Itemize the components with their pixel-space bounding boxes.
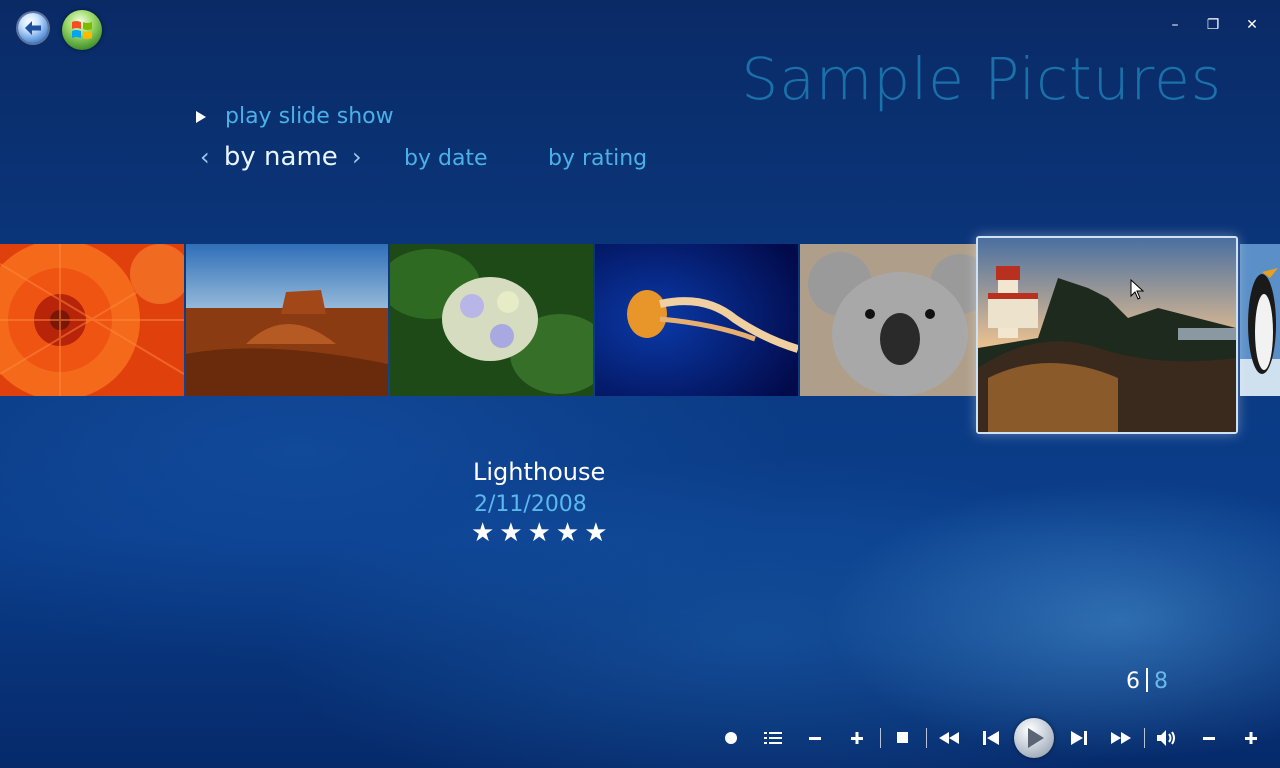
chevron-right-icon[interactable]: › [352, 143, 362, 171]
play-slide-show-link[interactable]: play slide show [225, 104, 394, 129]
rewind-button[interactable] [934, 718, 964, 758]
sort-by-name[interactable]: ‹ by name › [200, 142, 362, 172]
previous-button[interactable] [976, 718, 1006, 758]
volume-icon [1157, 730, 1175, 746]
picture-date: 2/11/2008 [474, 492, 587, 517]
volume-down-button[interactable] [1194, 718, 1224, 758]
divider [1144, 728, 1145, 748]
picture-title: Lighthouse [473, 458, 606, 486]
channel-down-icon [809, 737, 821, 740]
stop-icon [897, 732, 908, 743]
fast-forward-icon [1111, 732, 1131, 744]
picture-counter: 68 [1126, 668, 1168, 694]
minimize-button[interactable]: – [1164, 14, 1186, 36]
sort-by-rating[interactable]: by rating [548, 146, 647, 171]
rating-stars: ★★★★★ [471, 518, 613, 548]
channel-up-icon [851, 732, 863, 744]
thumbnail-hydrangeas[interactable] [390, 244, 593, 396]
volume-down-icon [1203, 737, 1215, 740]
close-icon: ✕ [1246, 17, 1258, 33]
desert-photo-icon [186, 244, 388, 396]
transport-controls [716, 718, 1276, 758]
volume-up-icon [1245, 732, 1257, 744]
minimize-icon: – [1171, 17, 1179, 33]
jellyfish-photo-icon [595, 244, 798, 396]
restore-button[interactable]: ❐ [1202, 14, 1224, 36]
channel-up-button[interactable] [842, 718, 872, 758]
close-button[interactable]: ✕ [1241, 14, 1263, 36]
previous-icon [983, 731, 999, 745]
thumbnail-chrysanthemum[interactable] [0, 244, 184, 396]
play-button[interactable] [1014, 718, 1054, 758]
windows-start-button[interactable] [62, 10, 102, 50]
fast-forward-button[interactable] [1106, 718, 1136, 758]
divider [880, 728, 881, 748]
counter-separator [1146, 668, 1148, 692]
next-icon [1071, 731, 1087, 745]
lighthouse-photo-icon [978, 238, 1236, 432]
guide-button[interactable] [758, 718, 788, 758]
next-button[interactable] [1064, 718, 1094, 758]
guide-icon [764, 732, 782, 744]
restore-icon: ❐ [1206, 17, 1220, 33]
chrysanthemum-photo-icon [0, 244, 184, 396]
chevron-left-icon[interactable]: ‹ [200, 143, 210, 171]
mouse-cursor-icon [1130, 279, 1145, 300]
counter-total: 8 [1154, 669, 1168, 694]
penguins-photo-icon [1240, 244, 1280, 396]
mute-button[interactable] [1152, 718, 1182, 758]
divider [926, 728, 927, 748]
thumbnail-desert[interactable] [186, 244, 388, 396]
play-slide-show-icon [196, 111, 206, 123]
thumbnail-penguins[interactable] [1240, 244, 1280, 396]
back-arrow-icon [25, 21, 41, 35]
sort-by-date[interactable]: by date [404, 146, 488, 171]
play-icon [1028, 728, 1044, 748]
volume-up-button[interactable] [1236, 718, 1266, 758]
windows-logo-icon [72, 21, 92, 39]
thumbnail-jellyfish[interactable] [595, 244, 798, 396]
record-button[interactable] [716, 718, 746, 758]
record-icon [725, 732, 737, 744]
page-title: Sample Pictures [741, 45, 1222, 113]
koala-photo-icon [800, 244, 976, 396]
thumbnail-lighthouse-selected[interactable] [976, 236, 1238, 434]
rewind-icon [939, 732, 959, 744]
sort-active-label: by name [223, 142, 338, 172]
thumbnail-koala[interactable] [800, 244, 976, 396]
hydrangeas-photo-icon [390, 244, 593, 396]
back-button[interactable] [18, 13, 48, 43]
stop-button[interactable] [888, 718, 918, 758]
channel-down-button[interactable] [800, 718, 830, 758]
counter-current: 6 [1126, 669, 1140, 694]
